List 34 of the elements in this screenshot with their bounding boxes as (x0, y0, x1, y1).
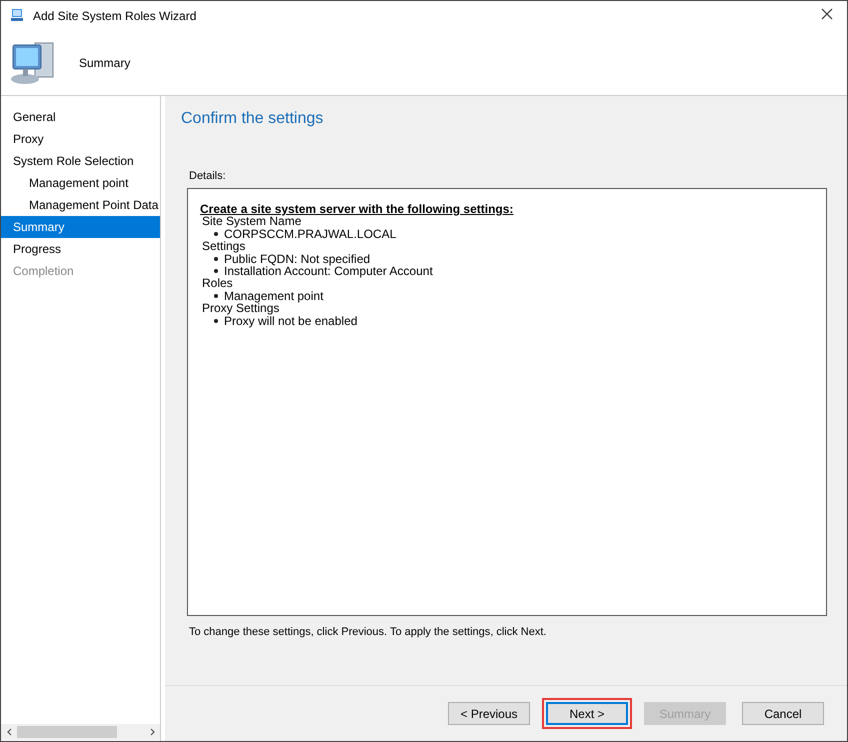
wizard-icon (9, 6, 25, 22)
bullet-icon (214, 269, 218, 274)
section-item: CORPSCCM.PRAJWAL.LOCAL (224, 228, 396, 240)
details-title: Create a site system server with the following settings: (200, 203, 514, 216)
wizard-button[interactable]: < Previous (448, 702, 530, 725)
sidebar-item[interactable]: Management Point Data (1, 194, 160, 216)
hint-text: To change these settings, click Previous. To apply the settings, click Next. (189, 626, 548, 638)
section-name: Proxy Settings (201, 302, 280, 315)
wizard-button[interactable]: Next > (546, 702, 628, 725)
scroll-right-icon[interactable] (150, 728, 154, 736)
page-title: Summary (79, 56, 130, 70)
section-name: Site System Name (201, 215, 302, 228)
scroll-thumb[interactable] (17, 726, 117, 738)
section-item: Proxy will not be enabled (224, 314, 358, 328)
section-item: Management point (224, 290, 324, 302)
bullet-icon (214, 256, 218, 261)
scroll-left-icon[interactable] (6, 728, 12, 736)
sidebar-item[interactable]: Progress (1, 238, 160, 260)
bullet-icon (214, 318, 218, 323)
window-title: Add Site System Roles Wizard (33, 9, 198, 23)
section-name: Settings (201, 240, 246, 253)
bullet-icon (214, 294, 218, 298)
bullet-icon (214, 232, 218, 236)
wizard-button[interactable]: Cancel (742, 702, 824, 725)
section-name: Roles (201, 277, 234, 290)
sidebar-item[interactable]: System Role Selection (1, 150, 160, 172)
page-heading: Confirm the settings (181, 110, 324, 128)
section-item: Public FQDN: Not specified (224, 252, 370, 266)
section-item: Installation Account: Computer Account (224, 265, 433, 278)
sidebar-item[interactable]: Proxy (1, 128, 160, 150)
details-label: Details: (189, 170, 227, 182)
sidebar-item[interactable]: General (1, 106, 160, 128)
sidebar-item[interactable]: Management point (1, 172, 160, 194)
sidebar-item[interactable]: Summary (1, 216, 160, 238)
